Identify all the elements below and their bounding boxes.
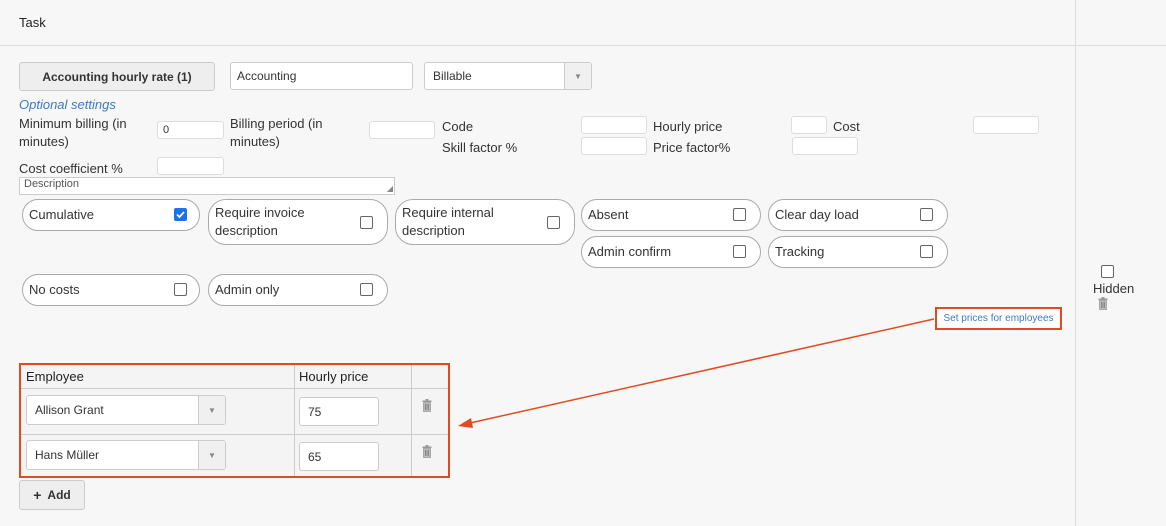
hourly-price-column-header: Hourly price bbox=[294, 365, 411, 389]
plus-icon: + bbox=[33, 487, 42, 503]
add-employee-button[interactable]: + Add bbox=[19, 480, 85, 510]
employee-select[interactable]: Allison Grant ▼ bbox=[26, 395, 226, 425]
employee-name: Allison Grant bbox=[35, 403, 104, 417]
employee-prices-table: Employee Hourly price Allison Grant ▼ 75… bbox=[19, 363, 450, 478]
hidden-label: Hidden bbox=[1093, 281, 1135, 296]
hidden-checkbox[interactable] bbox=[1101, 265, 1114, 278]
employee-name: Hans Müller bbox=[35, 448, 100, 462]
row-divider bbox=[21, 434, 448, 435]
employee-column-header: Employee bbox=[21, 365, 294, 389]
add-label: Add bbox=[47, 488, 71, 502]
column-divider bbox=[294, 365, 295, 476]
trash-icon[interactable] bbox=[422, 445, 432, 458]
column-divider bbox=[411, 365, 412, 476]
employee-price-input[interactable]: 75 bbox=[299, 397, 379, 426]
chevron-down-icon: ▼ bbox=[198, 396, 225, 424]
chevron-down-icon: ▼ bbox=[198, 441, 225, 469]
actions-column-header bbox=[411, 365, 448, 389]
trash-icon[interactable] bbox=[1098, 297, 1108, 310]
trash-icon[interactable] bbox=[422, 399, 432, 412]
employee-select[interactable]: Hans Müller ▼ bbox=[26, 440, 226, 470]
employee-price-input[interactable]: 65 bbox=[299, 442, 379, 471]
